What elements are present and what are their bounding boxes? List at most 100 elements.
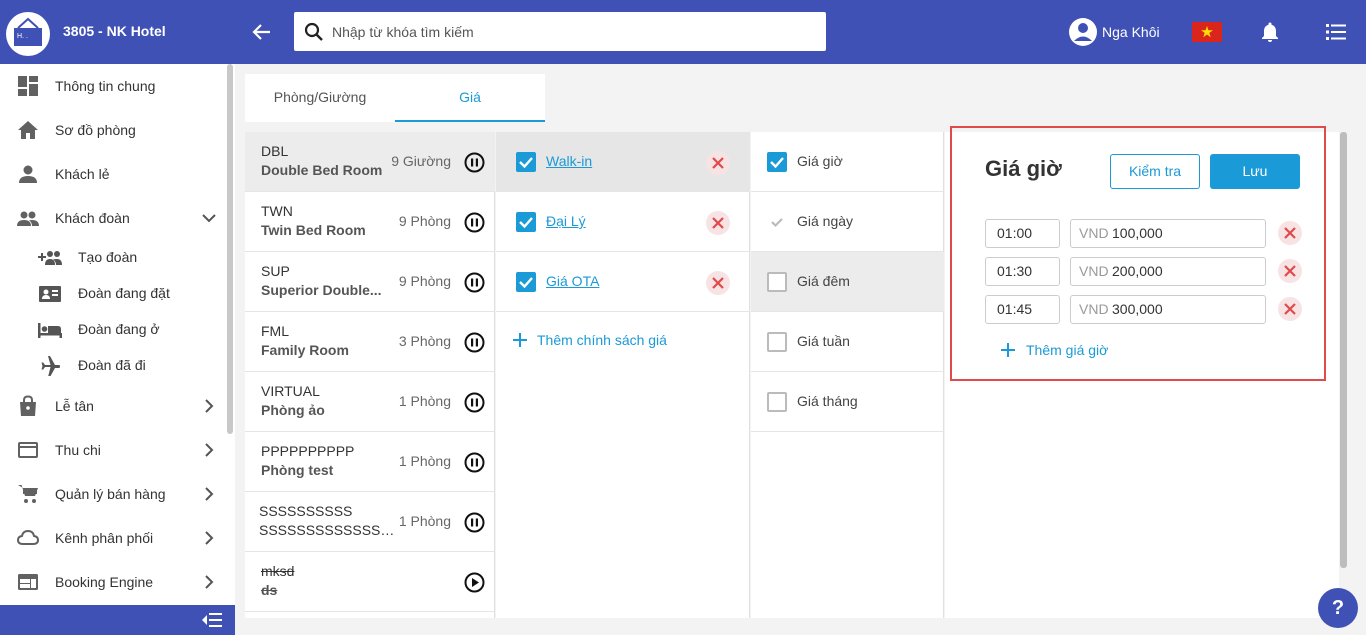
- pause-icon[interactable]: [464, 452, 485, 473]
- price-input[interactable]: VND 300,000: [1070, 295, 1266, 324]
- hotel-logo[interactable]: H. .: [6, 12, 50, 56]
- sidebar-subitem-groups-staying[interactable]: Đoàn đang ở: [0, 312, 226, 348]
- close-icon: [1284, 303, 1296, 315]
- plus-icon: [513, 333, 527, 347]
- close-icon: [712, 277, 724, 289]
- room-row-fml[interactable]: FML Family Room 3 Phòng: [245, 312, 495, 372]
- sidebar-item-income-expense[interactable]: Thu chi: [0, 428, 226, 472]
- room-code: TWN: [261, 203, 293, 219]
- price-type-checkbox[interactable]: [767, 212, 787, 232]
- room-count: 1 Phòng: [398, 453, 451, 469]
- policy-link[interactable]: Walk-in: [546, 153, 592, 169]
- policy-checkbox[interactable]: [516, 272, 536, 292]
- pause-icon[interactable]: [464, 512, 485, 533]
- chevron-right-icon: [205, 443, 214, 457]
- pause-icon[interactable]: [464, 392, 485, 413]
- sidebar-item-reception[interactable]: Lễ tân: [0, 384, 226, 428]
- time-input[interactable]: 01:30: [985, 257, 1060, 286]
- policy-checkbox[interactable]: [516, 152, 536, 172]
- price-type-monthly[interactable]: Giá tháng: [751, 372, 944, 432]
- room-row-sss[interactable]: SSSSSSSSSS SSSSSSSSSSSSSSS... 1 Phòng: [245, 492, 495, 552]
- room-row-test[interactable]: PPPPPPPPPP Phòng test 1 Phòng: [245, 432, 495, 492]
- search-input[interactable]: [332, 12, 812, 51]
- sidebar-subitem-groups-departed[interactable]: Đoàn đã đi: [0, 348, 226, 384]
- sidebar-subitem-groups-booking[interactable]: Đoàn đang đặt: [0, 276, 226, 312]
- policy-row-ota[interactable]: Giá OTA: [496, 252, 750, 312]
- room-count: 9 Phòng: [398, 213, 451, 229]
- remove-policy-button[interactable]: [706, 151, 730, 175]
- content-scrollbar[interactable]: [1340, 132, 1347, 568]
- price-type-daily[interactable]: Giá ngày: [751, 192, 944, 252]
- sidebar-item-general-info[interactable]: Thông tin chung: [0, 64, 226, 108]
- user-menu[interactable]: Nga Khôi: [1068, 17, 1160, 47]
- sidebar-subitem-create-group[interactable]: Tạo đoàn: [0, 240, 226, 276]
- dashboard-icon: [18, 76, 38, 96]
- time-input[interactable]: 01:00: [985, 219, 1060, 248]
- room-row-sup[interactable]: SUP Superior Double... 9 Phòng: [245, 252, 495, 312]
- hotel-name[interactable]: 3805 - NK Hotel: [63, 23, 166, 39]
- add-price-policy-button[interactable]: Thêm chính sách giá: [512, 332, 667, 348]
- pause-icon[interactable]: [464, 272, 485, 293]
- price-type-checkbox[interactable]: [767, 332, 787, 352]
- collapse-menu-icon[interactable]: [201, 610, 223, 630]
- user-name: Nga Khôi: [1102, 24, 1160, 40]
- tab-rooms-beds[interactable]: Phòng/Giường: [245, 74, 395, 122]
- pause-icon[interactable]: [464, 152, 485, 173]
- policy-row-walkin[interactable]: Walk-in: [496, 132, 750, 192]
- save-button[interactable]: Lưu: [1210, 154, 1300, 189]
- price-input[interactable]: VND 100,000: [1070, 219, 1266, 248]
- sidebar-scrollbar[interactable]: [227, 64, 233, 434]
- sidebar-item-group-guest[interactable]: Khách đoàn: [0, 196, 226, 240]
- bell-icon[interactable]: [1258, 20, 1282, 44]
- sidebar-item-distribution-channel[interactable]: Kênh phân phối: [0, 516, 226, 560]
- detail-title: Giá giờ: [985, 156, 1062, 181]
- room-row-mksd[interactable]: mksd ds: [245, 552, 495, 612]
- room-row-twn[interactable]: TWN Twin Bed Room 9 Phòng: [245, 192, 495, 252]
- sidebar-item-sales-management[interactable]: Quản lý bán hàng: [0, 472, 226, 516]
- pause-icon[interactable]: [464, 332, 485, 353]
- price-type-label: Giá giờ: [797, 153, 843, 169]
- check-icon: [771, 218, 783, 228]
- price-input[interactable]: VND 200,000: [1070, 257, 1266, 286]
- room-row-dbl[interactable]: DBL Double Bed Room 9 Giường: [245, 132, 495, 192]
- price-type-hourly[interactable]: Giá giờ: [751, 132, 944, 192]
- help-button[interactable]: ?: [1318, 588, 1358, 628]
- time-input[interactable]: 01:45: [985, 295, 1060, 324]
- pause-icon[interactable]: [464, 212, 485, 233]
- room-count: 1 Phòng: [398, 513, 451, 529]
- price-type-checkbox[interactable]: [767, 272, 787, 292]
- price-type-nightly[interactable]: Giá đêm: [751, 252, 944, 312]
- remove-policy-button[interactable]: [706, 271, 730, 295]
- tab-price[interactable]: Giá: [395, 74, 545, 122]
- price-policy-list: Walk-in Đại Lý Giá OTA Thêm chính sách g…: [496, 132, 750, 618]
- remove-row-button[interactable]: [1278, 297, 1302, 321]
- chevron-down-icon: [202, 214, 216, 223]
- room-row-virtual[interactable]: VIRTUAL Phòng ảo 1 Phòng: [245, 372, 495, 432]
- currency-label: VND: [1079, 263, 1109, 279]
- sidebar-item-booking-engine[interactable]: Booking Engine: [0, 560, 226, 604]
- vietnam-flag-icon[interactable]: [1192, 22, 1222, 42]
- account-circle-icon: [1069, 18, 1097, 46]
- price-type-weekly[interactable]: Giá tuần: [751, 312, 944, 372]
- back-arrow-icon[interactable]: [250, 20, 274, 44]
- top-bar: H. . 3805 - NK Hotel Nga Khôi: [0, 0, 1366, 64]
- play-icon[interactable]: [464, 572, 485, 593]
- check-button[interactable]: Kiểm tra: [1110, 154, 1200, 189]
- room-code: mksd: [261, 563, 295, 579]
- sidebar-item-room-map[interactable]: Sơ đồ phòng: [0, 108, 226, 152]
- policy-checkbox[interactable]: [516, 212, 536, 232]
- remove-policy-button[interactable]: [706, 211, 730, 235]
- check-icon: [519, 157, 533, 169]
- remove-row-button[interactable]: [1278, 259, 1302, 283]
- policy-link[interactable]: Giá OTA: [546, 273, 599, 289]
- policy-link[interactable]: Đại Lý: [546, 213, 586, 229]
- price-type-checkbox[interactable]: [767, 392, 787, 412]
- list-menu-icon[interactable]: [1324, 20, 1348, 44]
- add-hourly-price-button[interactable]: Thêm giá giờ: [1000, 342, 1108, 358]
- policy-row-agency[interactable]: Đại Lý: [496, 192, 750, 252]
- remove-row-button[interactable]: [1278, 221, 1302, 245]
- sidebar-item-individual-guest[interactable]: Khách lẻ: [0, 152, 226, 196]
- price-type-label: Giá tháng: [797, 393, 858, 409]
- price-type-checkbox[interactable]: [767, 152, 787, 172]
- plus-icon: [1001, 343, 1015, 357]
